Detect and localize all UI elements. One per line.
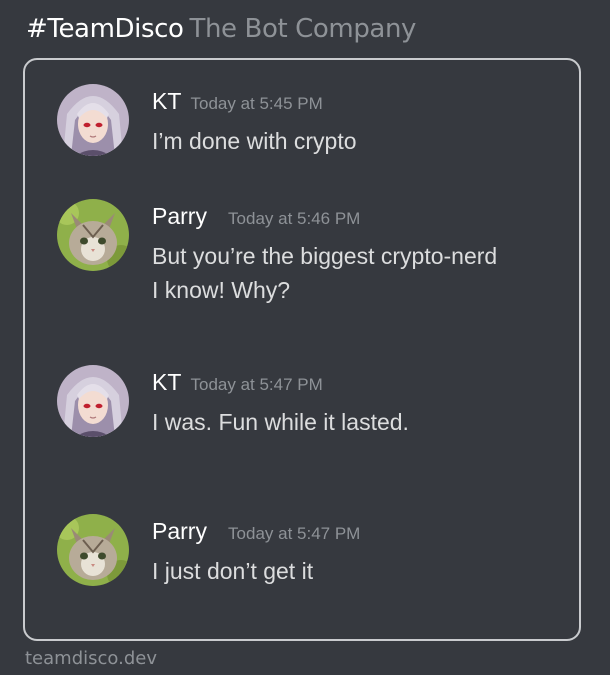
brand-title: #TeamDisco xyxy=(26,14,184,44)
kitten-avatar[interactable] xyxy=(57,199,129,271)
author-name[interactable]: KT xyxy=(152,88,181,114)
timestamp: Today at 5:47 PM xyxy=(190,375,323,394)
anime-girl-avatar[interactable] xyxy=(57,84,129,156)
message-line: I know! Why? xyxy=(152,277,291,303)
message-line: I just don’t get it xyxy=(152,558,314,584)
timestamp: Today at 5:47 PM xyxy=(228,524,361,543)
timestamp: Today at 5:45 PM xyxy=(190,94,323,113)
message-text: But you’re the biggest crypto-nerd I kno… xyxy=(152,239,572,307)
message-line: But you’re the biggest crypto-nerd xyxy=(152,243,498,269)
page-header: #TeamDisco The Bot Company xyxy=(26,14,416,44)
message-meta: KT Today at 5:47 PM xyxy=(152,369,323,396)
message-meta: KT Today at 5:45 PM xyxy=(152,88,323,115)
author-name[interactable]: Parry xyxy=(152,203,207,229)
author-name[interactable]: KT xyxy=(152,369,181,395)
author-name[interactable]: Parry xyxy=(152,518,207,544)
message-line: I was. Fun while it lasted. xyxy=(152,409,409,435)
kitten-avatar[interactable] xyxy=(57,514,129,586)
message-meta: Parry Today at 5:47 PM xyxy=(152,518,360,545)
message-meta: Parry Today at 5:46 PM xyxy=(152,203,360,230)
anime-girl-avatar[interactable] xyxy=(57,365,129,437)
message-text: I’m done with crypto xyxy=(152,124,572,158)
message-text: I was. Fun while it lasted. xyxy=(152,405,572,439)
company-subtitle: The Bot Company xyxy=(189,14,417,44)
timestamp: Today at 5:46 PM xyxy=(228,209,361,228)
message-line: I’m done with crypto xyxy=(152,128,357,154)
footer-url[interactable]: teamdisco.dev xyxy=(25,648,157,669)
message-text: I just don’t get it xyxy=(152,554,572,588)
